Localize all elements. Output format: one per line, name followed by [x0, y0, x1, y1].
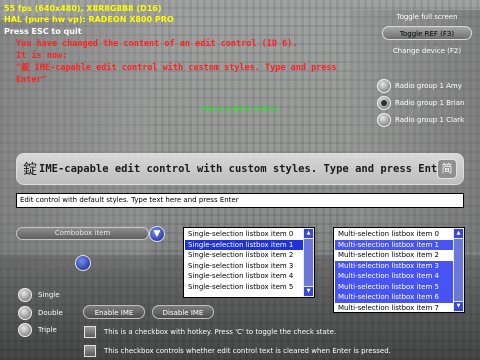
enable-ime-button[interactable]: Enable IME	[83, 305, 145, 319]
escape-hint: Press ESC to quit	[4, 27, 82, 36]
listbox-item[interactable]: Single-selection listbox item 0	[185, 229, 303, 240]
listbox-item[interactable]: Multi-selection listbox item 6	[335, 292, 453, 303]
listbox-item[interactable]: Multi-selection listbox item 3	[335, 260, 453, 271]
multi-listbox-scrollbar[interactable]: ▲ ▼	[453, 228, 464, 312]
listbox-item[interactable]: Multi-selection listbox item 0	[335, 229, 453, 240]
checkbox-label: This checkbox controls whether edit cont…	[104, 347, 391, 355]
combobox[interactable]: Combobox item	[16, 227, 149, 240]
radio-group1-clark[interactable]: Radio group 1 Clark	[377, 113, 464, 127]
change-device-button[interactable]: Change device (F2)	[382, 44, 472, 58]
device-stat: HAL (pure hw vp): RADEON X800 PRO	[4, 15, 174, 24]
radio-triple[interactable]: Triple	[18, 323, 57, 337]
default-edit-control[interactable]: Edit control with default styles. Type t…	[16, 193, 464, 208]
radio-single[interactable]: Single	[18, 288, 60, 302]
radio-group1-amy[interactable]: Radio group 1 Amy	[377, 79, 462, 93]
radio-button-icon	[18, 306, 32, 320]
radio-button-icon	[377, 79, 391, 93]
checkbox-label: This is a checkbox with hotkey. Press 'C…	[104, 328, 337, 336]
listbox-item[interactable]: Multi-selection listbox item 5	[335, 281, 453, 292]
radio-label: Triple	[38, 326, 57, 334]
radio-button-icon	[18, 323, 32, 337]
ime-mode-button[interactable]: 简	[437, 159, 457, 179]
listbox-item[interactable]: Multi-selection listbox item 7	[335, 303, 453, 313]
multi-selection-listbox[interactable]: Multi-selection listbox item 0 Multi-sele…	[333, 227, 465, 313]
radio-button-selected-icon	[377, 96, 391, 110]
scroll-down-icon[interactable]: ▼	[304, 287, 313, 296]
scroll-up-icon[interactable]: ▲	[304, 229, 313, 238]
hotkey-checkbox[interactable]: This is a checkbox with hotkey. Press 'C…	[84, 326, 336, 338]
listbox-item[interactable]: Single-selection listbox item 5	[185, 282, 303, 293]
message-line-2: It is now:	[16, 51, 68, 61]
static-control: This is a static control.	[201, 105, 280, 113]
combobox-dropdown-button[interactable]: ▼	[149, 226, 165, 242]
fps-stat: 55 fps (640x480), X8R8G8B8 (D16)	[4, 4, 162, 13]
radio-label: Radio group 1 Brian	[395, 99, 465, 107]
scroll-thumb[interactable]	[304, 239, 313, 286]
checkbox-icon	[84, 345, 96, 357]
radio-button-icon	[377, 113, 391, 127]
radio-label: Double	[38, 309, 63, 317]
listbox-item[interactable]: Multi-selection listbox item 2	[335, 250, 453, 261]
ime-indicator-char: 錠	[23, 162, 37, 178]
radio-label: Single	[38, 291, 60, 299]
scroll-up-icon[interactable]: ▲	[454, 229, 463, 238]
radio-label: Radio group 1 Amy	[395, 82, 462, 90]
ime-edit-text: IME-capable edit control with custom sty…	[39, 163, 438, 175]
toggle-ref-button[interactable]: Toggle REF (F3)	[382, 26, 472, 40]
radio-label: Radio group 1 Clark	[395, 116, 465, 124]
clear-on-enter-checkbox[interactable]: This checkbox controls whether edit cont…	[84, 345, 391, 357]
listbox-item[interactable]: Single-selection listbox item 2	[185, 250, 303, 261]
message-line-3: "錠 IME-capable edit control with custom …	[16, 63, 342, 85]
listbox-item[interactable]: Multi-selection listbox item 1	[335, 239, 453, 250]
slider-thumb[interactable]	[75, 255, 91, 271]
edit-change-message: You have changed the content of an edit …	[16, 38, 366, 86]
radio-button-icon	[18, 288, 32, 302]
radio-group1-brian[interactable]: Radio group 1 Brian	[377, 96, 464, 110]
listbox-item[interactable]: Single-selection listbox item 3	[185, 261, 303, 272]
disable-ime-button[interactable]: Disable IME	[152, 305, 214, 319]
scroll-down-icon[interactable]: ▼	[454, 302, 463, 311]
message-line-1: You have changed the content of an edit …	[16, 39, 298, 49]
toggle-fullscreen-button[interactable]: Toggle full screen	[382, 10, 472, 24]
checkbox-icon	[84, 326, 96, 338]
ime-edit-control[interactable]: 錠 IME-capable edit control with custom s…	[16, 153, 464, 185]
single-selection-listbox[interactable]: Single-selection listbox item 0 Single-se…	[183, 227, 315, 298]
listbox-item[interactable]: Single-selection listbox item 1	[185, 239, 303, 250]
listbox-item[interactable]: Multi-selection listbox item 4	[335, 271, 453, 282]
single-listbox-scrollbar[interactable]: ▲ ▼	[303, 228, 314, 297]
listbox-item[interactable]: Single-selection listbox item 4	[185, 271, 303, 282]
scroll-thumb[interactable]	[454, 239, 463, 301]
radio-double[interactable]: Double	[18, 306, 63, 320]
